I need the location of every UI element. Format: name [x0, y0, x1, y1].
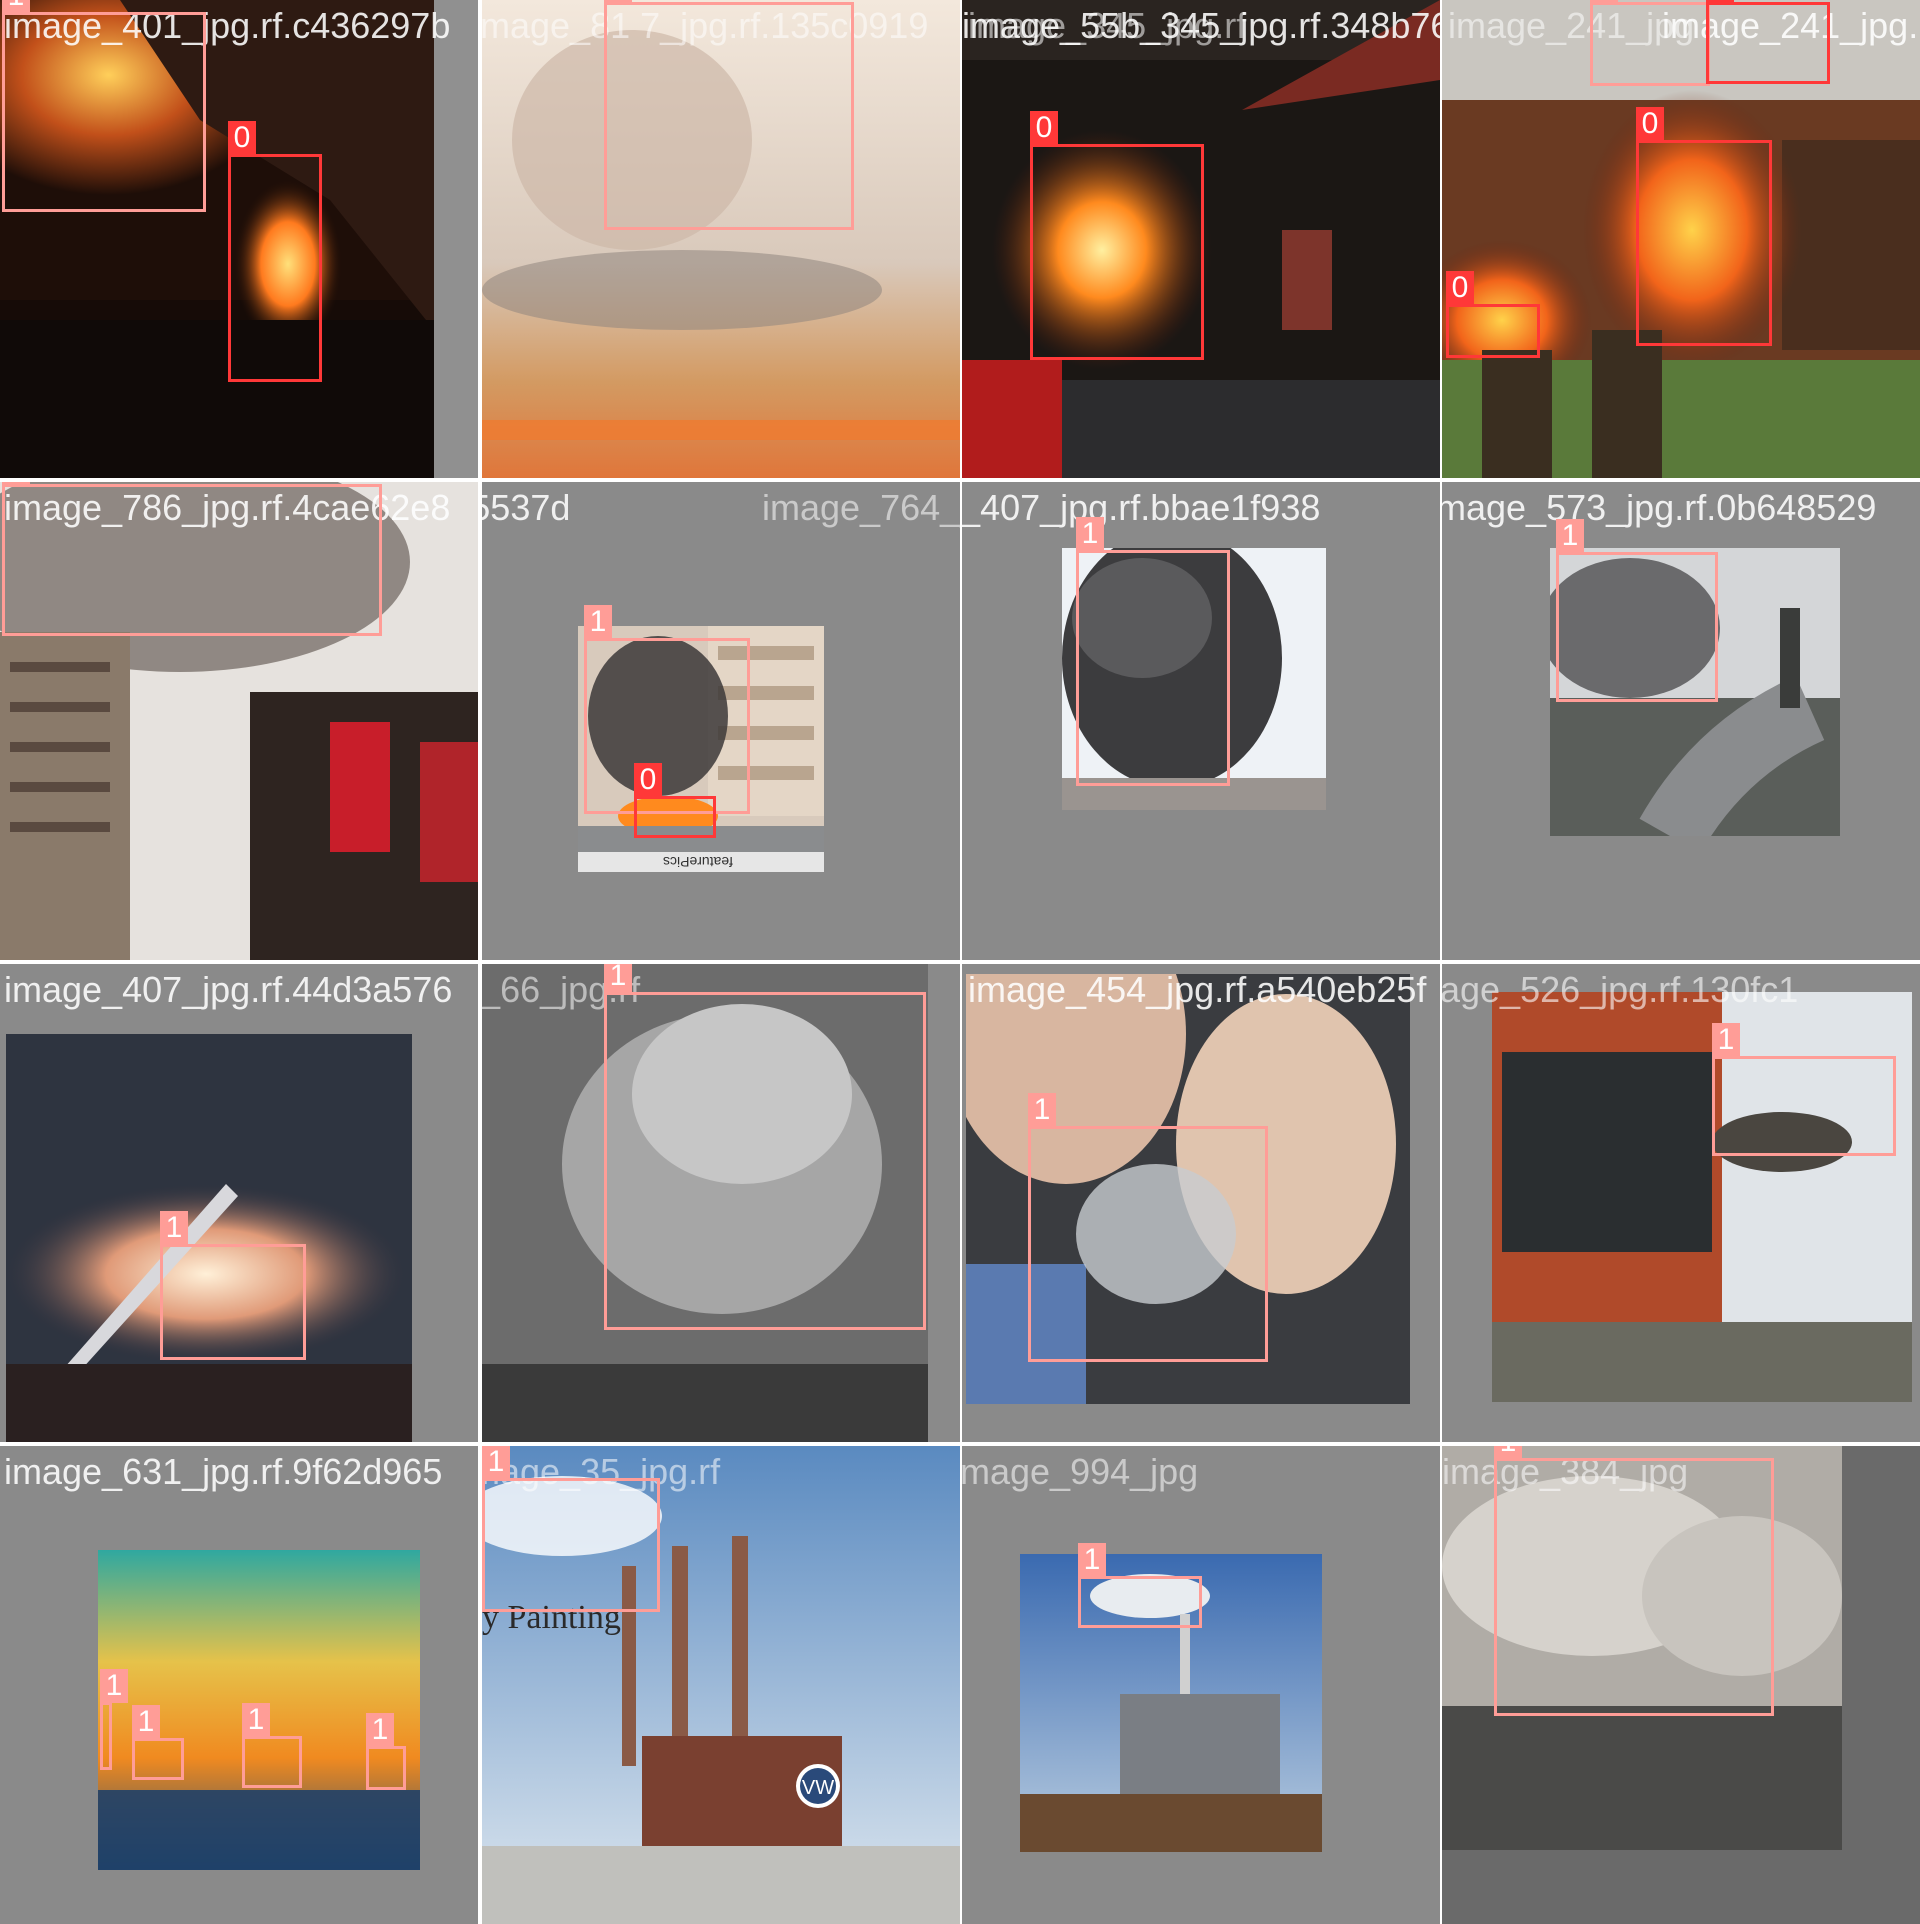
mosaic-tile: image_631_jpg.rf.9f62d965 1 1 1 1: [0, 1446, 478, 1924]
image-filename: image_526_jpg.rf.130fc1: [1442, 969, 1799, 1010]
smoke-bbox: 1: [160, 1211, 306, 1360]
bbox-class-label: 1: [2, 0, 30, 13]
mosaic-tile: image_401_jpg.rf.c436297b 1 0: [0, 0, 478, 478]
bus-exhaust-photo: [1492, 992, 1912, 1402]
image-filename: image_407_jpg.rf.bbae1f938: [962, 487, 1321, 528]
image-filename: image_631_jpg.rf.9f62d965: [4, 1451, 443, 1492]
smoke-bbox: 1: [242, 1703, 302, 1788]
fire-bbox: 0: [1636, 107, 1772, 346]
bbox-class-label: 1: [2, 482, 30, 485]
fire-bbox: 0: [634, 763, 716, 838]
ladder-truck-photo: [6, 1034, 412, 1442]
bbox-class-label: 1: [242, 1703, 270, 1737]
mosaic-tile: image_241_jpg image_241_jpg.rf.5c4110de3…: [1442, 0, 1920, 478]
bbox-class-label: 1: [366, 1713, 394, 1747]
bbox-class-label: 1: [1556, 519, 1584, 553]
smoke-bbox: 1: [366, 1713, 406, 1790]
bbox-class-label: 1: [1076, 517, 1104, 551]
bbox-class-label: 1: [1494, 1446, 1522, 1459]
bbox-class-label: 1: [1590, 0, 1618, 3]
mosaic-tile: VW y Painting image_35_jpg.rf 1: [482, 1446, 960, 1924]
mosaic-tile: image_454_jpg.rf.a540eb25f 1: [962, 964, 1440, 1442]
smoke-bbox: 1: [584, 605, 750, 814]
smoke-bbox: 1: [1076, 517, 1230, 786]
mosaic-tile: image_994_jpg 1: [962, 1446, 1440, 1924]
mosaic-tile: image_573_jpg.rf.0b648529 1: [1442, 482, 1920, 960]
mosaic-tile: image_786_jpg.rf.4cae62e8 image_786_jpg.…: [0, 482, 478, 960]
bbox-class-label: 1: [584, 605, 612, 639]
vw-logo: VW: [802, 1777, 834, 1799]
smoke-bbox: 1: [1556, 519, 1718, 702]
fire-bbox: 0: [1030, 111, 1204, 360]
fire-bbox: 0: [1446, 271, 1540, 358]
image-filename: image_454_jpg.rf.a540eb25f: [968, 969, 1427, 1010]
mosaic-tile: image_81 7_jpg.rf.135c0919 1: [482, 0, 960, 478]
mosaic-tile: image_384_jpg 1: [1442, 1446, 1920, 1924]
smoke-bbox: 1: [604, 964, 926, 1330]
fire-bbox: 0: [228, 121, 322, 382]
bbox-class-label: 0: [1706, 0, 1734, 3]
bbox-class-label: 1: [132, 1705, 160, 1739]
smoke-bbox: 1: [2, 482, 382, 636]
bbox-class-label: 1: [604, 0, 632, 3]
bbox-class-label: 0: [1636, 107, 1664, 141]
bbox-class-label: 1: [100, 1669, 128, 1703]
bbox-class-label: 1: [482, 1446, 510, 1479]
bbox-class-label: 0: [228, 121, 256, 155]
mosaic-tile: image_407_jpg.rf.44d3a576 1: [0, 964, 478, 1442]
mosaic-tile: image_345_jpg.rf image_55b_345_jpg.rf.34…: [962, 0, 1440, 478]
smoke-bbox: 1: [1028, 1093, 1268, 1362]
bbox-class-label: 0: [634, 763, 662, 797]
bbox-class-label: 1: [1078, 1543, 1106, 1577]
smoke-bbox: 1: [482, 1446, 660, 1612]
mosaic-tile: featurePics image_481_jpg.rf.356a5537d i…: [482, 482, 960, 960]
image-filename: image_407_jpg.rf.44d3a576: [4, 969, 453, 1010]
image-filename: image_55b_345_jpg.rf.348b767d: [962, 5, 1440, 46]
bbox-class-label: 1: [1712, 1023, 1740, 1057]
mosaic-tile: image_66_jpg.rf 1: [482, 964, 960, 1442]
bbox-class-label: 1: [604, 964, 632, 993]
smoke-bbox: 1: [1712, 1023, 1896, 1156]
image-filename-overlap: image_994_jpg: [962, 1451, 1199, 1492]
smoke-bbox: 1: [2, 0, 206, 212]
bbox-class-label: 1: [1028, 1093, 1056, 1127]
smoke-bbox: 1: [1494, 1446, 1774, 1716]
bbox-class-label: 1: [160, 1211, 188, 1245]
smoke-bbox: 1: [604, 0, 854, 230]
image-filename: image_573_jpg.rf.0b648529: [1442, 487, 1877, 528]
image-filename: image_481_jpg.rf.356a5537d: [482, 487, 571, 528]
watermark-text: featurePics: [663, 854, 733, 870]
smoke-bbox: 1: [1078, 1543, 1202, 1628]
smoke-bbox: 1: [132, 1705, 184, 1780]
fire-bbox: 0: [1706, 0, 1830, 84]
image-filename-overlap: image_764_jpg.rf: [762, 487, 960, 528]
smoke-bbox: 1: [100, 1669, 128, 1770]
smoke-bbox: 1: [1590, 0, 1710, 86]
bbox-class-label: 0: [1030, 111, 1058, 145]
mosaic-tile: image_526_jpg.rf.130fc1 1: [1442, 964, 1920, 1442]
bbox-class-label: 0: [1446, 271, 1474, 305]
mosaic-tile: image_407_jpg.rf.bbae1f938 1: [962, 482, 1440, 960]
